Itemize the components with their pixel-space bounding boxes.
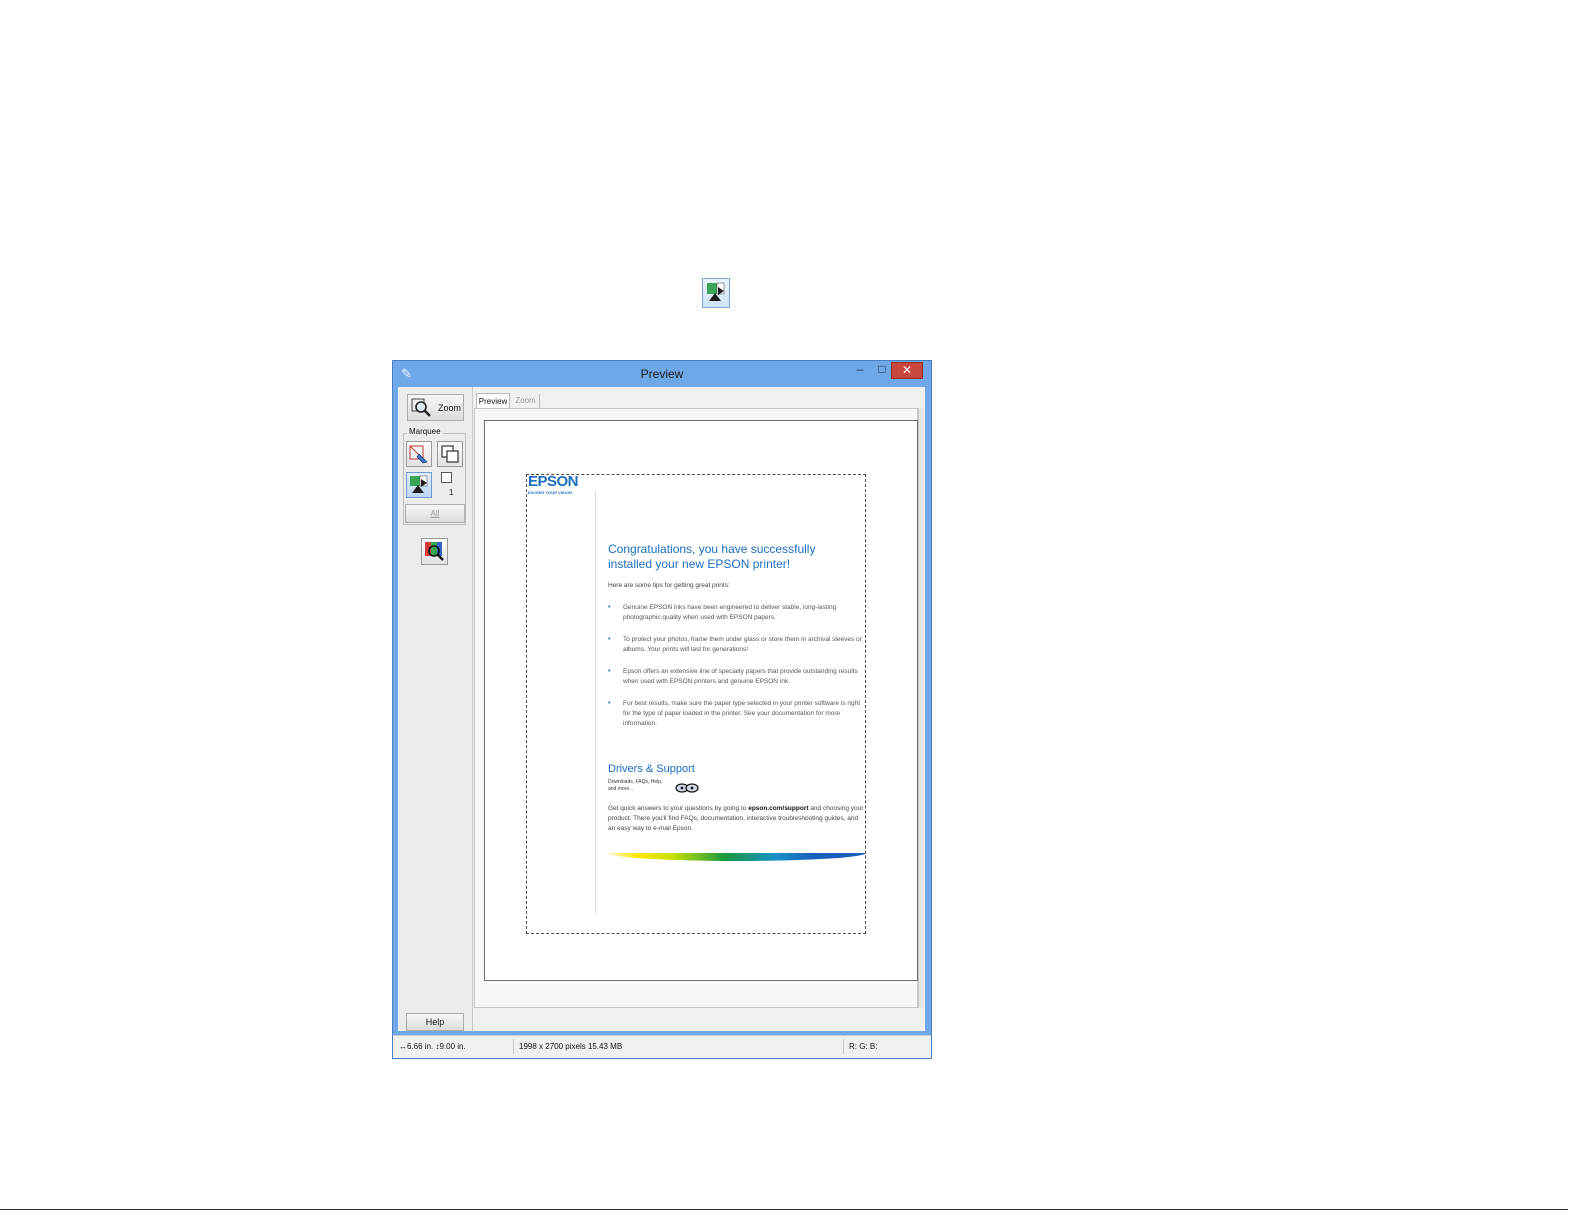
disc-icon bbox=[675, 781, 699, 799]
all-button[interactable]: All bbox=[405, 504, 465, 523]
color-magnifier-icon bbox=[425, 542, 444, 561]
width-arrow-icon: ↔ bbox=[399, 1042, 407, 1051]
preview-scroll-edge bbox=[918, 408, 924, 1008]
document-intro: Here are some tips for getting great pri… bbox=[608, 582, 730, 589]
rgb-readout: R: G: B: bbox=[849, 1042, 878, 1051]
status-divider bbox=[513, 1039, 514, 1054]
downloads-text: Downloads, FAQs, Help, and more... bbox=[608, 779, 663, 792]
page-rule bbox=[0, 1209, 1568, 1210]
auto-locate-tool-icon bbox=[410, 475, 428, 493]
height-value: 9.00 in. bbox=[439, 1042, 466, 1051]
preview-window: ✎ Preview – □ ✕ Zoom Marquee 1 All Help … bbox=[392, 360, 932, 1059]
window-client: Zoom Marquee 1 All Help Preview Zoom EPS… bbox=[398, 387, 925, 1031]
document-divider bbox=[595, 490, 596, 914]
status-bar: ↔6.66 in. ↕9.00 in. 1998 x 2700 pixels 1… bbox=[393, 1035, 931, 1058]
bullet-dot: • bbox=[608, 604, 611, 611]
marquee-count: 1 bbox=[449, 488, 454, 497]
bullet-dot: • bbox=[608, 636, 611, 643]
support-text: Get quick answers to your questions by g… bbox=[608, 804, 866, 834]
width-value: 6.66 in. bbox=[407, 1042, 434, 1051]
bullet-text: Epson offers an extensive line of specia… bbox=[623, 668, 858, 685]
pixel-size-readout: 1998 x 2700 pixels 15.43 MB bbox=[519, 1042, 623, 1051]
list-item: • Epson offers an extensive line of speci… bbox=[608, 667, 866, 687]
auto-locate-icon bbox=[702, 278, 730, 308]
dimensions-readout: ↔6.66 in. ↕9.00 in. bbox=[399, 1042, 466, 1051]
document-tagline: EXCEED YOUR VISION bbox=[528, 490, 572, 495]
support-text-before: Get quick answers to your questions by g… bbox=[608, 805, 749, 812]
marquee-label: Marquee bbox=[407, 427, 443, 436]
tab-preview[interactable]: Preview bbox=[476, 393, 510, 409]
support-link: epson.com/support bbox=[748, 805, 809, 812]
bullet-dot: • bbox=[608, 668, 611, 675]
list-item: • To protect your photos, frame them unde… bbox=[608, 635, 866, 655]
marquee-copy-tool[interactable] bbox=[437, 441, 463, 467]
auto-locate-tool[interactable] bbox=[406, 472, 432, 498]
bullet-text: For best results, make sure the paper ty… bbox=[623, 700, 860, 727]
help-button[interactable]: Help bbox=[406, 1013, 464, 1031]
marquee-create-icon bbox=[409, 445, 428, 464]
document-bullets: • Genuine EPSON inks have been engineered… bbox=[608, 603, 866, 741]
close-button[interactable]: ✕ bbox=[891, 362, 923, 379]
copy-marquee-icon bbox=[441, 445, 459, 463]
magnifier-icon bbox=[411, 398, 433, 420]
bullet-text: Genuine EPSON inks have been engineered … bbox=[623, 604, 837, 621]
maximize-button[interactable]: □ bbox=[873, 362, 891, 379]
document-logo: EPSON bbox=[528, 473, 579, 490]
drivers-heading: Drivers & Support bbox=[608, 763, 695, 775]
marquee-select-tool[interactable] bbox=[406, 441, 432, 467]
minimize-button[interactable]: – bbox=[851, 362, 869, 379]
color-palette-tool[interactable] bbox=[421, 538, 448, 565]
zoom-button[interactable]: Zoom bbox=[407, 394, 464, 421]
zoom-button-label: Zoom bbox=[438, 403, 462, 413]
status-divider bbox=[843, 1039, 844, 1054]
title-bar[interactable]: ✎ Preview – □ ✕ bbox=[393, 361, 931, 386]
marquee-checkbox[interactable] bbox=[441, 472, 452, 483]
document-title: Congratulations, you have successfully i… bbox=[608, 542, 816, 571]
bullet-dot: • bbox=[608, 700, 611, 707]
tab-zoom[interactable]: Zoom bbox=[512, 394, 540, 408]
list-item: • Genuine EPSON inks have been engineered… bbox=[608, 603, 866, 623]
bullet-text: To protect your photos, frame them under… bbox=[623, 636, 862, 653]
list-item: • For best results, make sure the paper t… bbox=[608, 699, 866, 729]
